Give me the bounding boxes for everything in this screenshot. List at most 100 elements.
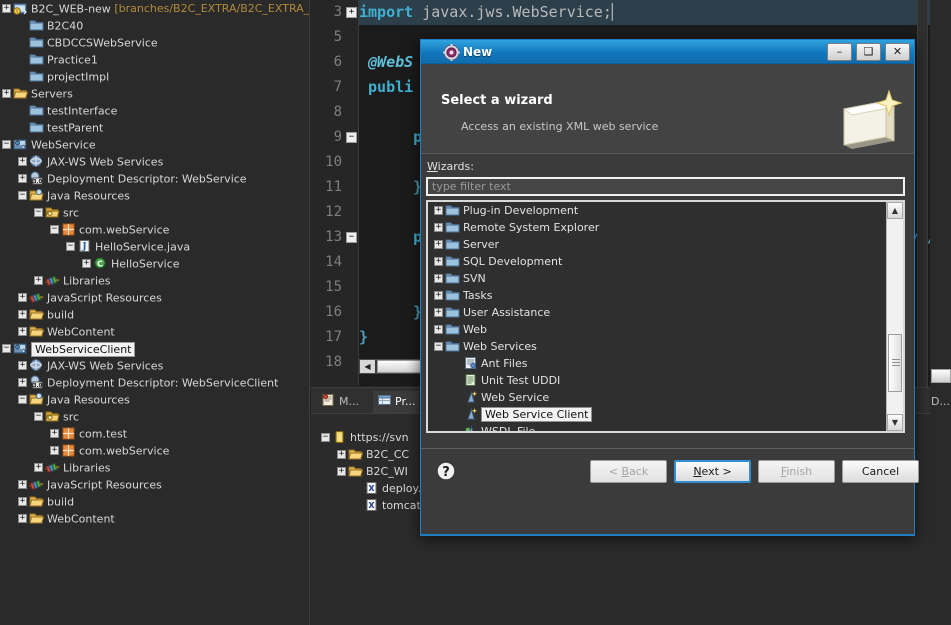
wizard-tree-item[interactable]: + Web — [428, 321, 886, 338]
tree-expander-minus[interactable]: − — [2, 343, 11, 353]
tree-expander-minus[interactable]: − — [2, 139, 11, 149]
wizard-tree-item[interactable]: − Web Services — [428, 338, 886, 355]
explorer-tree-item[interactable]: − com.webService — [0, 221, 309, 238]
wizard-filter-input[interactable]: type filter text — [426, 177, 905, 196]
explorer-tree-item[interactable]: − src — [0, 204, 309, 221]
help-icon[interactable]: ? — [436, 461, 456, 481]
wizard-scrollbar-thumb[interactable] — [888, 334, 902, 392]
project-explorer-panel[interactable]: +! B2C_WEB-new [branches/B2C_EXTRA/B2C_EX… — [0, 0, 310, 625]
tree-expander-plus[interactable]: + — [18, 309, 27, 319]
tree-expander-plus[interactable]: + — [337, 449, 346, 459]
close-button[interactable]: ✕ — [885, 43, 910, 61]
tree-expander-plus[interactable]: + — [18, 326, 27, 336]
tree-expander-plus[interactable]: + — [18, 496, 27, 506]
tree-expander-minus[interactable]: − — [321, 432, 330, 442]
tree-expander-plus[interactable]: + — [82, 258, 91, 268]
explorer-tree-item[interactable]: + Libraries — [0, 459, 309, 476]
explorer-tree-item[interactable]: + JAX-WS Web Services — [0, 357, 309, 374]
explorer-tree-item[interactable]: + WebContent — [0, 323, 309, 340]
tree-expander-plus[interactable]: + — [434, 239, 443, 249]
wizard-tree-scrollbar[interactable]: ▲ ▼ — [886, 202, 903, 431]
tree-expander-plus[interactable]: + — [337, 466, 346, 476]
wizard-tree-item[interactable]: Web Service — [428, 389, 886, 406]
explorer-tree-item[interactable]: − WebServiceClient — [0, 340, 309, 357]
explorer-tree-item[interactable]: + JavaScript Resources — [0, 289, 309, 306]
explorer-tree-item[interactable]: + JAX-WS Web Services — [0, 153, 309, 170]
wizard-tree-item[interactable]: + Remote System Explorer — [428, 219, 886, 236]
tree-expander-plus[interactable]: + — [434, 273, 443, 283]
tree-expander-plus[interactable]: + — [18, 360, 27, 370]
explorer-tree-item[interactable]: − Java Resources — [0, 391, 309, 408]
explorer-tree-item[interactable]: + build — [0, 306, 309, 323]
bottom-tab[interactable]: M... — [317, 391, 363, 413]
fold-expand-icon[interactable]: + — [346, 7, 357, 18]
tree-expander-plus[interactable]: + — [34, 275, 43, 285]
dialog-title-bar[interactable]: New – ❑ ✕ — [421, 40, 914, 64]
wizard-item-selected[interactable]: Web Service Client — [428, 406, 886, 423]
finish-button[interactable]: Finish — [758, 460, 835, 483]
wizard-tree-item[interactable]: + User Assistance — [428, 304, 886, 321]
tree-expander-minus[interactable]: − — [50, 224, 59, 234]
scroll-up-arrow-icon[interactable]: ▲ — [887, 202, 903, 219]
tree-expander-minus[interactable]: − — [66, 241, 75, 251]
minimize-button[interactable]: – — [827, 43, 852, 61]
tree-expander-plus[interactable]: + — [18, 292, 27, 302]
explorer-tree-item[interactable]: testParent — [0, 119, 309, 136]
tree-expander-plus[interactable]: + — [434, 290, 443, 300]
bottom-tab[interactable]: Pr... — [373, 391, 420, 413]
wizard-tree-item[interactable]: Ant Files — [428, 355, 886, 372]
explorer-tree-item[interactable]: CBDCCSWebService — [0, 34, 309, 51]
right-panel-scrollbar[interactable] — [931, 369, 951, 383]
explorer-tree-item[interactable]: − J HelloService.java — [0, 238, 309, 255]
tree-expander-plus[interactable]: + — [434, 256, 443, 266]
tree-expander-minus[interactable]: − — [18, 394, 27, 404]
explorer-tree-item[interactable]: − WebService — [0, 136, 309, 153]
tree-expander-minus[interactable]: − — [18, 190, 27, 200]
explorer-tree-item[interactable]: B2C40 — [0, 17, 309, 34]
wizard-tree-rows[interactable]: + Plug-in Development + Remote System Explo… — [428, 202, 886, 431]
wizard-tree-item[interactable]: WSDL File — [428, 423, 886, 431]
wizard-tree-item[interactable]: + Plug-in Development — [428, 202, 886, 219]
scroll-left-arrow-icon[interactable]: ◀ — [360, 360, 375, 373]
tree-expander-plus[interactable]: + — [434, 222, 443, 232]
back-button[interactable]: < Back — [590, 460, 667, 483]
explorer-tree-item[interactable]: + com.test — [0, 425, 309, 442]
tree-expander-plus[interactable]: + — [434, 307, 443, 317]
wizard-tree-item[interactable]: + Server — [428, 236, 886, 253]
explorer-tree-item[interactable]: +3.0 Deployment Descriptor: WebServiceCli… — [0, 374, 309, 391]
wizard-tree-item[interactable]: + SQL Development — [428, 253, 886, 270]
tree-expander-minus[interactable]: − — [34, 411, 43, 421]
tree-expander-plus[interactable]: + — [18, 513, 27, 523]
wizard-tree-item[interactable]: + SVN — [428, 270, 886, 287]
code-line[interactable]: import javax.jws.WebService;▏ — [359, 0, 930, 25]
explorer-tree-item[interactable]: Practice1 — [0, 51, 309, 68]
cancel-button[interactable]: Cancel — [842, 460, 919, 483]
explorer-tree-item[interactable]: − Java Resources — [0, 187, 309, 204]
fold-collapse-icon[interactable]: − — [346, 132, 357, 143]
new-wizard-dialog[interactable]: New – ❑ ✕ Select a wizard Access an exis… — [420, 39, 919, 536]
tree-expander-plus[interactable]: + — [2, 3, 11, 13]
explorer-tree-item[interactable]: testInterface — [0, 102, 309, 119]
maximize-button[interactable]: ❑ — [856, 43, 881, 61]
explorer-tree-item[interactable]: + com.webService — [0, 442, 309, 459]
tree-expander-plus[interactable]: + — [18, 377, 27, 387]
explorer-tree-item[interactable]: + JavaScript Resources — [0, 476, 309, 493]
tree-expander-plus[interactable]: + — [18, 479, 27, 489]
explorer-tree-item[interactable]: + build — [0, 493, 309, 510]
wizard-tree-item[interactable]: + Tasks — [428, 287, 886, 304]
explorer-tree-item[interactable]: − src — [0, 408, 309, 425]
right-panel-tab-document[interactable]: D... — [931, 392, 950, 412]
tree-expander-plus[interactable]: + — [434, 205, 443, 215]
explorer-tree-item[interactable]: + Servers — [0, 85, 309, 102]
explorer-tree-item[interactable]: + WebContent — [0, 510, 309, 527]
explorer-tree-item[interactable]: projectImpl — [0, 68, 309, 85]
tree-expander-plus[interactable]: + — [434, 324, 443, 334]
tree-expander-plus[interactable]: + — [34, 462, 43, 472]
fold-collapse-icon[interactable]: − — [346, 232, 357, 243]
explorer-tree-item[interactable]: +! B2C_WEB-new [branches/B2C_EXTRA/B2C_EX… — [0, 0, 309, 17]
wizard-tree-list[interactable]: + Plug-in Development + Remote System Explo… — [426, 200, 905, 433]
next-button[interactable]: Next > — [674, 460, 751, 483]
tree-expander-plus[interactable]: + — [50, 428, 59, 438]
tree-expander-plus[interactable]: + — [18, 173, 27, 183]
tree-expander-minus[interactable]: − — [434, 341, 443, 351]
